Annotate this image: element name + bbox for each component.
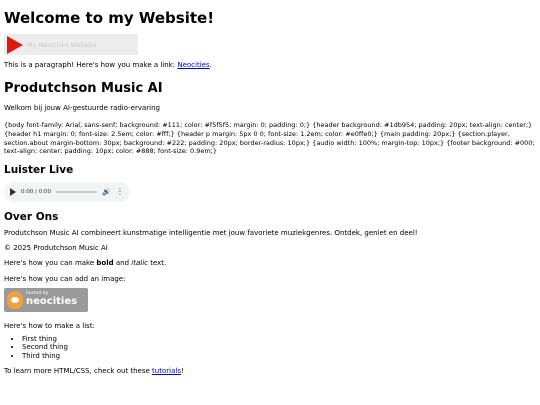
app-title: Produtchson Music AI bbox=[4, 81, 163, 97]
page-title: Welcome to my Website! bbox=[4, 9, 215, 27]
tutorials-link[interactable]: tutorials bbox=[152, 367, 181, 375]
volume-icon[interactable]: 🔊 bbox=[102, 188, 111, 196]
badge-big-text: neocities bbox=[26, 295, 78, 307]
formatting-paragraph: Here's how you can make bold and italic … bbox=[4, 259, 536, 268]
time-readout: 0:00 / 0:00 bbox=[21, 189, 52, 196]
about-heading: Over Ons bbox=[4, 211, 59, 224]
list-item: Second thing bbox=[22, 343, 536, 352]
page: Welcome to my Website! My Neocities Webs… bbox=[0, 0, 540, 382]
neocities-cat-icon bbox=[7, 290, 23, 309]
bold-suffix: text. bbox=[147, 259, 167, 268]
listen-heading: Luister Live bbox=[4, 164, 74, 177]
bold-middle: and bbox=[113, 259, 132, 268]
banner-text: My Neocities Website bbox=[27, 40, 97, 49]
list-item: First thing bbox=[22, 335, 536, 344]
example-list: First thing Second thing Third thing bbox=[4, 335, 536, 361]
footer-paragraph: To learn more HTML/CSS, check out these … bbox=[4, 367, 536, 376]
welcome-text: Welkom bij jouw AI-gestuurde radio-ervar… bbox=[4, 104, 161, 113]
italic-word: italic bbox=[131, 259, 148, 268]
bold-word: bold bbox=[96, 259, 114, 268]
about-text: Produtchson Music AI combineert kunstmat… bbox=[4, 229, 418, 238]
footer-prefix: To learn more HTML/CSS, check out these bbox=[4, 366, 153, 375]
intro-paragraph: This is a paragraph! Here's how you make… bbox=[4, 61, 536, 70]
audio-player: 0:00 / 0:00 🔊 ⋮ bbox=[4, 182, 130, 203]
copyright: © 2025 Produtchson Music AI bbox=[4, 244, 108, 253]
neocities-link[interactable]: Neocities bbox=[177, 61, 209, 69]
footer-suffix: ! bbox=[180, 366, 184, 375]
image-line: Here's how you can add an image: bbox=[4, 274, 126, 283]
bold-prefix: Here's how you can make bbox=[4, 259, 97, 268]
more-options-icon[interactable]: ⋮ bbox=[116, 188, 124, 196]
css-text: {body font-family: Arial, sans-senf; bac… bbox=[4, 121, 535, 156]
site-banner: My Neocities Website bbox=[4, 34, 138, 55]
neocities-badge: hosted by neocities bbox=[4, 287, 88, 312]
list-item: Third thing bbox=[22, 352, 536, 361]
play-icon[interactable] bbox=[10, 188, 16, 197]
intro-suffix: . bbox=[209, 61, 212, 69]
play-logo-icon bbox=[7, 35, 23, 54]
badge-text: hosted by neocities bbox=[26, 292, 77, 307]
progress-track[interactable] bbox=[56, 191, 98, 194]
list-line: Here's how to make a list: bbox=[4, 321, 95, 330]
intro-text: This is a paragraph! Here's how you make… bbox=[4, 61, 178, 69]
